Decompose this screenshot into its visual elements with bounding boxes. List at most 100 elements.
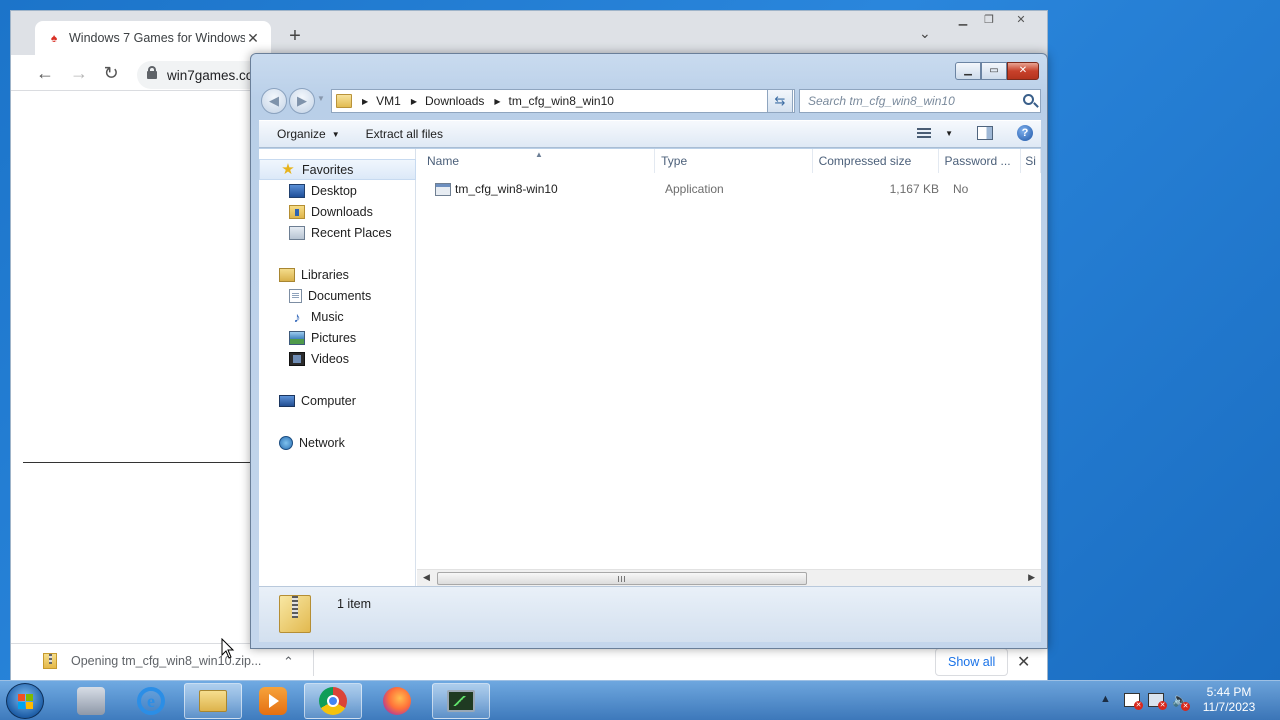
clock-time: 5:44 PM <box>1206 685 1252 699</box>
item-count: 1 item <box>337 597 372 611</box>
column-type[interactable]: Type <box>655 149 813 173</box>
recent-pages-dropdown-icon[interactable]: ▼ <box>317 94 325 103</box>
libraries-group: Libraries Documents ♪ Music Pictures Vid… <box>259 264 416 369</box>
volume-icon[interactable]: 🔈 ✕ <box>1172 693 1190 711</box>
taskbar-explorer[interactable] <box>184 683 242 719</box>
help-icon[interactable]: ? <box>1017 125 1033 141</box>
nav-music[interactable]: ♪ Music <box>259 306 416 327</box>
scroll-left-icon[interactable]: ◀ <box>423 572 430 583</box>
page-divider <box>23 462 253 463</box>
computer-group: Computer <box>259 390 416 411</box>
column-compressed-size[interactable]: Compressed size <box>813 149 939 173</box>
reload-button[interactable]: ↻ <box>99 63 123 85</box>
wmp-icon <box>259 687 287 715</box>
nav-favorites[interactable]: ★ Favorites <box>259 159 416 180</box>
view-dropdown-icon[interactable]: ▼ <box>945 129 953 138</box>
breadcrumb-folder[interactable]: tm_cfg_win8_win10 <box>509 94 614 108</box>
sort-ascending-icon: ▲ <box>535 150 543 159</box>
desktop-icon <box>289 183 305 198</box>
scrollbar-thumb[interactable] <box>437 572 807 585</box>
column-name[interactable]: ▲ Name <box>417 149 656 173</box>
taskbar-firefox[interactable] <box>368 683 426 719</box>
site-favicon-icon: ♠ <box>50 31 58 45</box>
start-button[interactable] <box>6 683 44 719</box>
star-icon: ★ <box>281 160 295 178</box>
nav-network[interactable]: Network <box>259 432 416 453</box>
nav-desktop[interactable]: Desktop <box>259 180 416 201</box>
forward-arrow-button[interactable]: ▶ <box>289 88 315 114</box>
favorites-group: ★ Favorites Desktop Downloads Recent Pla… <box>259 159 416 243</box>
libraries-icon <box>279 267 295 282</box>
chevron-down-icon: ▼ <box>331 129 340 139</box>
chrome-close-button[interactable]: ✕ <box>1009 13 1033 29</box>
breadcrumb-downloads[interactable]: Downloads ▶ <box>425 94 509 108</box>
minimize-button[interactable]: ▁ <box>955 62 981 80</box>
taskbar-task-manager[interactable] <box>432 683 490 719</box>
maximize-button[interactable]: ▭ <box>981 62 1007 80</box>
preview-pane-icon[interactable] <box>977 126 993 140</box>
folder-icon <box>336 94 352 108</box>
view-options-icon[interactable] <box>917 126 933 140</box>
organize-button[interactable]: Organize ▼ <box>267 127 350 141</box>
system-clock[interactable]: 5:44 PM 11/7/2023 <box>1196 685 1262 715</box>
nav-computer[interactable]: Computer <box>259 390 416 411</box>
tab-search-button[interactable]: ⌄ <box>919 25 931 42</box>
column-size[interactable]: Si <box>1021 149 1041 173</box>
network-group: Network <box>259 432 416 453</box>
back-arrow-button[interactable]: ◀ <box>261 88 287 114</box>
tab-close-button[interactable]: ✕ <box>245 30 261 47</box>
file-type: Application <box>665 182 724 196</box>
new-tab-button[interactable]: + <box>285 25 305 48</box>
taskbar-media-center[interactable] <box>62 683 120 719</box>
windows-logo-icon <box>18 694 34 710</box>
search-input[interactable]: Search tm_cfg_win8_win10 <box>799 89 1041 113</box>
horizontal-scrollbar[interactable]: ◀ ▶ <box>417 569 1041 586</box>
application-icon <box>435 182 451 196</box>
explorer-window: ▁ ▭ ✕ ◀ ▶ ▼ ▶ VM1 ▶ Downloads ▶ tm_cfg_win… <box>250 53 1048 649</box>
refresh-button[interactable]: ⇆ <box>767 89 793 113</box>
command-bar: Organize ▼ Extract all files ▼ ? <box>259 120 1041 148</box>
extract-all-button[interactable]: Extract all files <box>356 127 453 141</box>
forward-button[interactable]: → <box>67 63 91 85</box>
browser-tab[interactable]: ♠ Windows 7 Games for Windows ✕ <box>35 21 271 55</box>
back-button[interactable]: ← <box>33 63 57 85</box>
file-password: No <box>953 182 969 196</box>
file-name: tm_cfg_win8-win10 <box>455 182 558 196</box>
taskbar-internet-explorer[interactable]: e <box>122 683 180 719</box>
explorer-body: ★ Favorites Desktop Downloads Recent Pla… <box>259 149 1041 586</box>
nav-pictures[interactable]: Pictures <box>259 327 416 348</box>
network-icon <box>279 435 293 450</box>
chrome-restore-button[interactable]: ❐ <box>977 13 1001 29</box>
breadcrumb-vm1[interactable]: VM1 ▶ <box>376 94 425 108</box>
network-status-icon[interactable]: ✕ <box>1148 693 1167 710</box>
scroll-right-icon[interactable]: ▶ <box>1028 572 1035 583</box>
chrome-minimize-button[interactable]: ▁ <box>951 13 975 29</box>
taskbar: e ▲ ✕ ✕ 🔈 ✕ 5:44 PM 11/7/2023 <box>0 680 1280 720</box>
download-shelf-close-button[interactable]: ✕ <box>1017 652 1030 672</box>
documents-icon <box>289 288 302 303</box>
url-text: win7games.co <box>167 67 254 83</box>
show-all-button[interactable]: Show all <box>935 648 1009 676</box>
tab-strip: ♠ Windows 7 Games for Windows ✕ + ⌄ ▁ ❐ … <box>11 11 1047 55</box>
navigation-row: ◀ ▶ ▼ ▶ VM1 ▶ Downloads ▶ tm_cfg_win8_win1… <box>259 86 1041 114</box>
taskbar-chrome[interactable] <box>304 683 362 719</box>
nav-libraries[interactable]: Libraries <box>259 264 416 285</box>
navigation-pane: ★ Favorites Desktop Downloads Recent Pla… <box>259 149 416 586</box>
file-row[interactable]: tm_cfg_win8-win10 Application 1,167 KB N… <box>417 179 1041 199</box>
clock-date: 11/7/2023 <box>1202 700 1256 714</box>
column-password[interactable]: Password ... <box>939 149 1022 173</box>
nav-documents[interactable]: Documents <box>259 285 416 306</box>
action-center-icon[interactable]: ✕ <box>1124 693 1143 710</box>
address-breadcrumb[interactable]: ▶ VM1▶ Downloads▶ tm_cfg_win8_win10 ▼ <box>331 89 795 113</box>
pictures-icon <box>289 330 305 345</box>
nav-videos[interactable]: Videos <box>259 348 416 369</box>
videos-icon <box>289 351 305 366</box>
show-hidden-icons-button[interactable]: ▲ <box>1100 693 1111 705</box>
nav-downloads[interactable]: Downloads <box>259 201 416 222</box>
nav-recent-places[interactable]: Recent Places <box>259 222 416 243</box>
explorer-icon <box>199 690 227 712</box>
close-button[interactable]: ✕ <box>1007 62 1039 80</box>
view-controls: ▼ ? <box>917 125 1033 141</box>
download-options-chevron-icon[interactable]: ⌃ <box>283 654 294 670</box>
taskbar-media-player[interactable] <box>244 683 302 719</box>
